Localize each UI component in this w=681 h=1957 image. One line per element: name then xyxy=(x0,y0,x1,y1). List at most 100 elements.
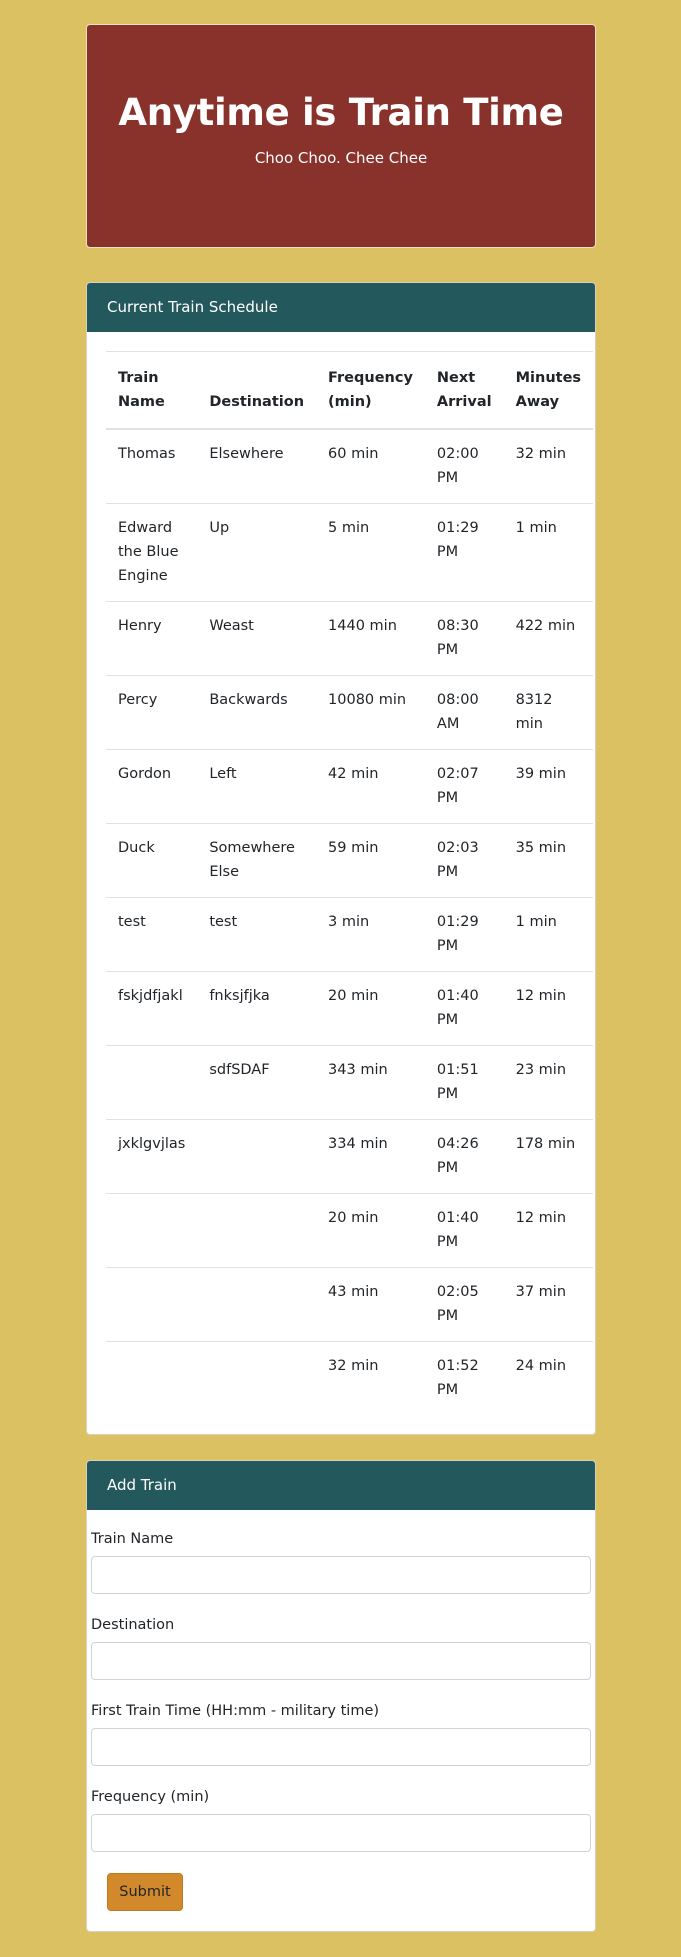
schedule-table-body: Thomas Elsewhere 60 min 02:00 PM 32 min Edwar… xyxy=(106,429,594,1415)
table-row: test test 3 min 01:29 PM 1 min xyxy=(106,897,594,972)
table-row: sdfSDAF 343 min 01:51 PM 23 min xyxy=(106,1045,594,1120)
train-name-label: Train Name xyxy=(91,1531,174,1547)
cell-frequency: 5 min xyxy=(316,503,425,602)
cell-minutes-away: 37 min xyxy=(503,1267,594,1342)
table-header-row: Train Name Destination Frequency (min) N… xyxy=(106,351,594,430)
cell-destination xyxy=(197,1193,317,1268)
cell-train-name: Percy xyxy=(106,675,198,750)
cell-frequency: 59 min xyxy=(316,823,425,898)
table-row: 20 min 01:40 PM 12 min xyxy=(106,1193,594,1268)
schedule-table: Train Name Destination Frequency (min) N… xyxy=(106,351,594,1415)
cell-next-arrival: 08:00 AM xyxy=(424,675,504,750)
cell-destination: Backwards xyxy=(197,675,317,750)
cell-minutes-away: 8312 min xyxy=(503,675,594,750)
cell-frequency: 343 min xyxy=(316,1045,425,1120)
cell-next-arrival: 01:52 PM xyxy=(424,1341,504,1415)
cell-minutes-away: 178 min xyxy=(503,1119,594,1194)
frequency-label: Frequency (min) xyxy=(91,1789,210,1805)
cell-next-arrival: 01:29 PM xyxy=(424,897,504,972)
cell-destination: Weast xyxy=(197,601,317,676)
cell-train-name: Gordon xyxy=(106,749,198,824)
frequency-group: Frequency (min) xyxy=(91,1786,591,1852)
cell-next-arrival: 01:40 PM xyxy=(424,971,504,1046)
table-row: Gordon Left 42 min 02:07 PM 39 min xyxy=(106,749,594,824)
cell-minutes-away: 32 min xyxy=(515,446,567,462)
first-train-time-label: First Train Time (HH:mm - military time) xyxy=(91,1703,380,1719)
cell-next-arrival: 01:51 PM xyxy=(424,1045,504,1120)
column-header-frequency: Frequency (min) xyxy=(316,351,425,430)
table-row: Edward the Blue Engine Up 5 min 01:29 PM 1 m… xyxy=(106,503,594,602)
first-train-time-input[interactable] xyxy=(91,1728,591,1766)
cell-minutes-away: 39 min xyxy=(503,749,594,824)
column-header-minutes-away: Minutes Away xyxy=(503,351,594,430)
cell-destination xyxy=(197,1267,317,1342)
cell-destination xyxy=(197,1341,317,1415)
column-header-destination: Destination xyxy=(197,351,317,430)
cell-minutes-away: 24 min xyxy=(503,1341,594,1415)
frequency-input[interactable] xyxy=(91,1814,591,1852)
cell-minutes-away: 1 min xyxy=(503,897,594,972)
cell-destination: test xyxy=(197,897,317,972)
cell-frequency: 43 min xyxy=(316,1267,425,1342)
cell-frequency: 3 min xyxy=(316,897,425,972)
table-row: jxklgvjlas 334 min 04:26 PM 178 min xyxy=(106,1119,594,1194)
cell-frequency: 60 min xyxy=(328,446,379,462)
cell-minutes-away: 23 min xyxy=(503,1045,594,1120)
cell-train-name xyxy=(106,1045,198,1120)
cell-train-name: fskjdfjakl xyxy=(106,971,198,1046)
cell-train-name: Edward the Blue Engine xyxy=(106,503,198,602)
cell-destination: Somewhere Else xyxy=(197,823,317,898)
column-header-next-arrival: Next Arrival xyxy=(424,351,504,430)
cell-destination: Left xyxy=(197,749,317,824)
table-row: 43 min 02:05 PM 37 min xyxy=(106,1267,594,1342)
add-train-card: Add Train Train Name Destination First T… xyxy=(86,1460,596,1932)
cell-next-arrival: 01:29 PM xyxy=(424,503,504,602)
jumbotron: Anytime is Train Time Choo Choo. Chee Ch… xyxy=(86,24,596,248)
destination-label: Destination xyxy=(91,1617,175,1633)
cell-train-name xyxy=(106,1267,198,1342)
table-row: 32 min 01:52 PM 24 min xyxy=(106,1341,594,1415)
schedule-card: Current Train Schedule Train Name Destin… xyxy=(86,282,596,1435)
train-name-input[interactable] xyxy=(91,1556,591,1594)
cell-train-name: Duck xyxy=(106,823,198,898)
table-row: fskjdfjakl fnksjfjka 20 min 01:40 PM 12 min xyxy=(106,971,594,1046)
cell-frequency: 42 min xyxy=(316,749,425,824)
cell-frequency: 334 min xyxy=(316,1119,425,1194)
add-train-card-header: Add Train xyxy=(87,1461,595,1510)
table-row: Henry Weast 1440 min 08:30 PM 422 min xyxy=(106,601,594,676)
cell-next-arrival: 02:03 PM xyxy=(424,823,504,898)
first-train-time-group: First Train Time (HH:mm - military time) xyxy=(91,1700,591,1766)
cell-minutes-away: 12 min xyxy=(503,1193,594,1268)
cell-destination: Up xyxy=(197,503,317,602)
cell-minutes-away: 422 min xyxy=(503,601,594,676)
cell-destination: sdfSDAF xyxy=(197,1045,317,1120)
column-header-train-name: Train Name xyxy=(106,351,198,430)
cell-destination: fnksjfjka xyxy=(197,971,317,1046)
cell-frequency: 20 min xyxy=(316,971,425,1046)
cell-train-name xyxy=(106,1341,198,1415)
cell-train-name: test xyxy=(106,897,198,972)
table-row: Duck Somewhere Else 59 min 02:03 PM 35 min xyxy=(106,823,594,898)
page-subtitle: Choo Choo. Chee Chee xyxy=(254,149,428,167)
cell-frequency: 20 min xyxy=(316,1193,425,1268)
cell-train-name xyxy=(106,1193,198,1268)
cell-next-arrival: 02:07 PM xyxy=(424,749,504,824)
destination-input[interactable] xyxy=(91,1642,591,1680)
train-name-group: Train Name xyxy=(91,1528,591,1594)
cell-train-name: jxklgvjlas xyxy=(106,1119,198,1194)
cell-train-name: Thomas xyxy=(118,446,176,462)
submit-button[interactable]: Submit xyxy=(107,1873,183,1911)
cell-next-arrival: 02:00 PM xyxy=(436,446,479,486)
cell-destination xyxy=(197,1119,317,1194)
cell-train-name: Henry xyxy=(106,601,198,676)
page-title: Anytime is Train Time xyxy=(118,91,564,134)
table-row: Thomas Elsewhere 60 min 02:00 PM 32 min xyxy=(106,429,593,504)
cell-next-arrival: 01:40 PM xyxy=(424,1193,504,1268)
cell-minutes-away: 12 min xyxy=(503,971,594,1046)
cell-next-arrival: 04:26 PM xyxy=(424,1119,504,1194)
cell-frequency: 1440 min xyxy=(316,601,425,676)
cell-next-arrival: 08:30 PM xyxy=(424,601,504,676)
destination-group: Destination xyxy=(91,1614,591,1680)
cell-minutes-away: 35 min xyxy=(503,823,594,898)
cell-minutes-away: 1 min xyxy=(503,503,594,602)
